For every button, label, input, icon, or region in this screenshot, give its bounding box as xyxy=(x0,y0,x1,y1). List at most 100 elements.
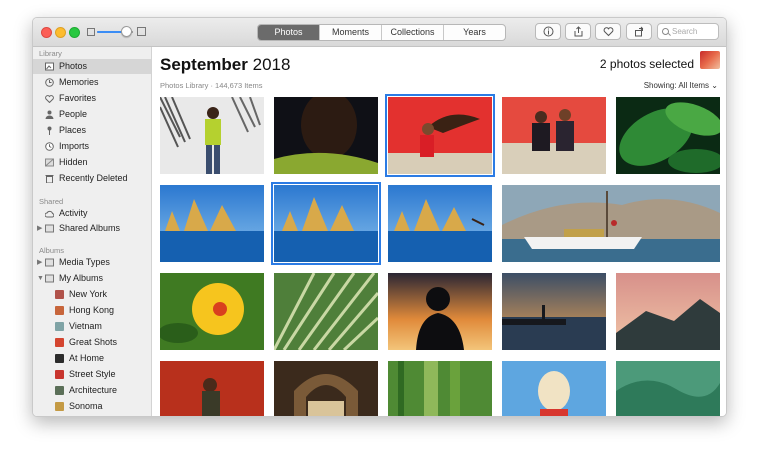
toolbar: Photos Moments Collections Years Search xyxy=(33,18,726,47)
sidebar-item-label: Architecture xyxy=(69,385,118,395)
sidebar-item-label: New York xyxy=(69,289,108,299)
large-thumbnail-icon xyxy=(137,27,146,36)
mountain-clouds-photo[interactable] xyxy=(616,273,720,350)
share-icon xyxy=(574,26,582,37)
sidebar-item-label: Sonoma xyxy=(69,401,103,411)
hibiscus-photo[interactable] xyxy=(160,273,264,350)
leaves-photo[interactable] xyxy=(616,97,720,174)
rotate-button[interactable] xyxy=(626,23,652,40)
hair-flip-photo[interactable] xyxy=(385,94,495,177)
album-thumbnail xyxy=(55,386,64,395)
pin-icon xyxy=(47,126,52,135)
sidebar: Library Photos Memories Favorites People… xyxy=(33,47,152,416)
title-year: 2018 xyxy=(252,55,291,74)
info-button[interactable] xyxy=(535,23,561,40)
sidebar-item-memories[interactable]: Memories xyxy=(33,75,151,90)
search-field[interactable]: Search xyxy=(657,23,719,40)
sidebar-item-label: Photos xyxy=(59,61,88,71)
selection-count: 2 photos selected xyxy=(599,57,694,71)
bamboo-photo[interactable] xyxy=(388,361,492,416)
share-button[interactable] xyxy=(565,23,591,40)
album-folder-icon xyxy=(45,274,54,283)
heart-icon xyxy=(603,27,613,37)
sidebar-item-new-york[interactable]: New York xyxy=(33,287,151,302)
selection-thumbnail[interactable] xyxy=(700,51,720,69)
sidebar-item-shared-albums[interactable]: ▶ Shared Albums xyxy=(33,221,151,236)
photos-icon xyxy=(45,62,54,71)
search-icon xyxy=(662,28,669,35)
sidebar-item-at-home[interactable]: At Home xyxy=(33,351,151,366)
sidebar-item-favorites[interactable]: Favorites xyxy=(33,91,151,106)
rotate-icon xyxy=(634,26,643,37)
info-icon xyxy=(543,26,553,37)
library-section-header: Library xyxy=(39,49,62,58)
sidebar-item-my-albums[interactable]: ▼ My Albums xyxy=(33,271,151,286)
album-thumbnail xyxy=(55,370,64,379)
palm-man-photo[interactable] xyxy=(160,97,264,174)
sidebar-item-great-shots[interactable]: Great Shots xyxy=(33,335,151,350)
faraglioni-2-photo[interactable] xyxy=(271,182,381,265)
sidebar-item-label: Activity xyxy=(59,208,88,218)
favorite-button[interactable] xyxy=(595,23,621,40)
disclosure-right-icon[interactable]: ▶ xyxy=(37,221,42,236)
search-placeholder: Search xyxy=(672,27,698,36)
sidebar-item-hidden[interactable]: Hidden xyxy=(33,155,151,170)
sidebar-item-label: Shared Albums xyxy=(59,223,121,233)
albums-section-header: Albums xyxy=(39,246,65,255)
tab-moments[interactable]: Moments xyxy=(320,25,382,40)
red-wall-woman-photo[interactable] xyxy=(160,361,264,416)
sidebar-item-hong-kong[interactable]: Hong Kong xyxy=(33,303,151,318)
view-tabs: Photos Moments Collections Years xyxy=(257,24,506,41)
sidebar-item-imports[interactable]: Imports xyxy=(33,139,151,154)
disclosure-right-icon[interactable]: ▶ xyxy=(37,255,42,270)
tab-years[interactable]: Years xyxy=(444,25,505,40)
portrait-profile-photo[interactable] xyxy=(274,97,378,174)
album-folder-icon xyxy=(45,258,54,267)
two-women-bench-photo[interactable] xyxy=(502,97,606,174)
sidebar-item-people[interactable]: People xyxy=(33,107,151,122)
title-month: September xyxy=(160,55,248,74)
sidebar-item-label: Hong Kong xyxy=(69,305,115,315)
sidebar-item-label: Street Style xyxy=(69,369,116,379)
palm-frond-photo[interactable] xyxy=(274,273,378,350)
minimize-window-button[interactable] xyxy=(55,27,66,38)
arches-photo[interactable] xyxy=(274,361,378,416)
trash-icon xyxy=(45,175,54,183)
sidebar-item-label: Media Types xyxy=(59,257,110,267)
positano-boat-photo[interactable] xyxy=(502,185,720,262)
sidebar-item-places[interactable]: Places xyxy=(33,123,151,138)
sidebar-item-label: Favorites xyxy=(59,93,97,103)
slider-knob[interactable] xyxy=(120,26,132,37)
pier-sunset-photo[interactable] xyxy=(502,273,606,350)
zoom-window-button[interactable] xyxy=(69,27,80,38)
faraglioni-1-photo[interactable] xyxy=(160,185,264,262)
faraglioni-dive-photo[interactable] xyxy=(388,185,492,262)
showing-filter-menu[interactable]: Showing: All Items ⌄ xyxy=(644,81,718,90)
cloud-icon xyxy=(45,210,54,218)
tab-collections[interactable]: Collections xyxy=(382,25,444,40)
disclosure-down-icon[interactable]: ▼ xyxy=(37,271,44,286)
album-thumbnail xyxy=(55,402,64,411)
small-thumbnail-icon xyxy=(87,28,95,36)
sidebar-item-architecture[interactable]: Architecture xyxy=(33,383,151,398)
sidebar-item-label: Vietnam xyxy=(69,321,102,331)
sidebar-item-label: Places xyxy=(59,125,87,135)
sidebar-item-vietnam[interactable]: Vietnam xyxy=(33,319,151,334)
sidebar-item-photos[interactable]: Photos xyxy=(33,59,151,74)
green-water-photo[interactable] xyxy=(616,361,720,416)
sidebar-item-recently-deleted[interactable]: Recently Deleted xyxy=(33,171,151,186)
sidebar-item-street-style[interactable]: Street Style xyxy=(33,367,151,382)
close-window-button[interactable] xyxy=(41,27,52,38)
sidebar-item-sonoma[interactable]: Sonoma xyxy=(33,399,151,414)
blonde-woman-photo[interactable] xyxy=(502,361,606,416)
silhouette-sunset-photo[interactable] xyxy=(388,273,492,350)
sidebar-item-label: Hidden xyxy=(59,157,88,167)
sidebar-item-activity[interactable]: Activity xyxy=(33,206,151,221)
thumbnail-size-slider[interactable] xyxy=(87,26,146,38)
sidebar-item-media-types[interactable]: ▶ Media Types xyxy=(33,255,151,270)
album-thumbnail xyxy=(55,306,64,315)
memories-icon xyxy=(45,78,54,87)
tab-photos[interactable]: Photos xyxy=(258,25,320,40)
showing-label: Showing: All Items xyxy=(643,81,710,90)
album-thumbnail xyxy=(55,322,64,331)
